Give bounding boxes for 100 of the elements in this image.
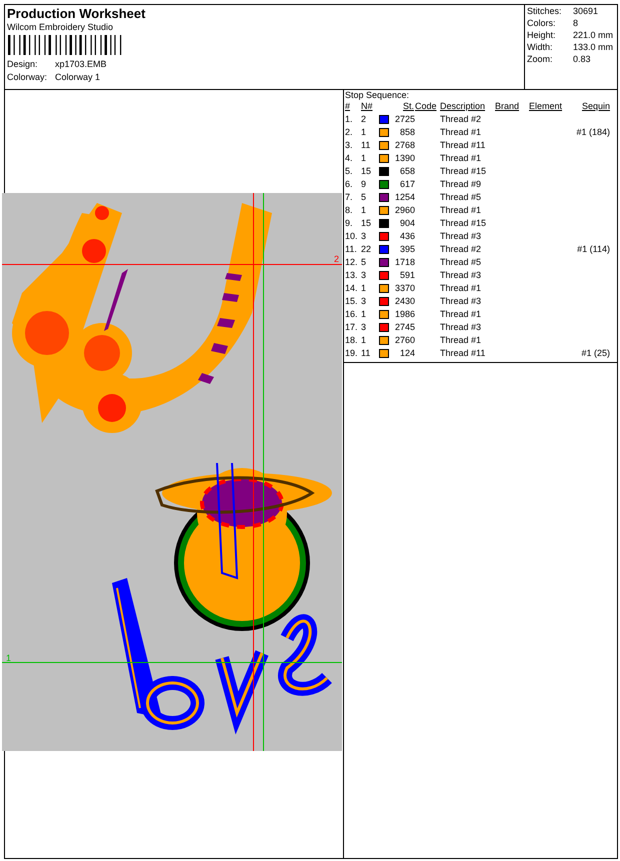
column-header: Element	[529, 101, 564, 112]
table-cell-text: 2745	[394, 322, 415, 333]
table-cell-text: 22	[361, 244, 372, 255]
table-cell-text: 19.	[345, 348, 359, 359]
table-cell-text: Thread #2	[440, 114, 482, 125]
table-cell-text: Thread #1	[440, 153, 482, 164]
table-cell-text: 13.	[345, 270, 359, 281]
table-cell: #1 (25)	[581, 348, 610, 358]
table-cell-text: 1	[361, 127, 368, 138]
table-cell-text: 1254	[394, 192, 415, 203]
table-cell-text: 15	[361, 166, 372, 177]
table-cell-text: Thread #1	[440, 335, 482, 346]
table-cell-text: Thread #11	[440, 348, 486, 359]
stat-value: 8	[573, 17, 578, 29]
table-cell-text: 12.	[345, 257, 359, 268]
table-cell-text: 17.	[345, 322, 359, 333]
table-cell-text: 7.	[345, 192, 354, 203]
column-header: St.	[402, 101, 415, 112]
table-cell-text: 11	[361, 348, 372, 359]
table-cell-text: Thread #11	[440, 140, 486, 151]
column-header: Description	[440, 101, 486, 112]
table-cell-text: Thread #3	[440, 322, 482, 333]
column-header: Brand	[495, 101, 520, 112]
stat-label: Width:	[527, 41, 554, 53]
table-cell-text: 2768	[394, 140, 415, 151]
table-cell-text: Thread #5	[440, 192, 482, 203]
table-cell-text: 10.	[345, 231, 359, 242]
table-cell-text: Thread #9	[440, 179, 482, 190]
column-header: Code	[415, 101, 438, 112]
table-cell-text: Thread #3	[440, 270, 482, 281]
stat-value: 0.83	[573, 53, 591, 65]
table-cell-text: 15	[361, 218, 372, 229]
table-cell-text: 2430	[394, 296, 415, 307]
stat-value: 221.0 mm	[573, 29, 614, 41]
table-cell-text: 436	[398, 231, 415, 242]
table-cell-text: 3	[361, 270, 368, 281]
table-cell-text: Thread #3	[440, 231, 482, 242]
stat-label: Colors:	[527, 17, 557, 29]
table-cell-text: 16.	[345, 309, 359, 320]
table-cell-text: 617	[398, 179, 415, 190]
table-cell-text: 124	[398, 348, 415, 359]
table-cell-text: 14.	[345, 283, 359, 294]
table-cell-text: 1	[361, 335, 368, 346]
table-cell-text: 904	[398, 218, 415, 229]
table-cell-text: 2960	[394, 205, 415, 216]
table-cell-text: 11	[361, 140, 372, 151]
table-cell-text: 395	[398, 244, 415, 255]
field-label: Colorway:	[7, 71, 48, 83]
software-name: Wilcom Embroidery Studio	[7, 22, 114, 33]
table-cell-text: Thread #1	[440, 205, 482, 216]
table-cell-text: 591	[398, 270, 415, 281]
table-cell-text: 3	[361, 231, 368, 242]
stat-label: Height:	[527, 29, 557, 41]
table-cell-text: Thread #1	[440, 127, 482, 138]
guide-label: 2	[334, 255, 339, 264]
table-cell-text: 11.	[345, 244, 358, 255]
table-cell-text: Thread #3	[440, 296, 482, 307]
field-value: xp1703.EMB	[55, 58, 107, 70]
column-header: Sequin	[580, 101, 610, 112]
table-cell-text: 5.	[345, 166, 354, 177]
table-cell-text: 5	[361, 257, 368, 268]
guide-label: 1	[6, 654, 12, 663]
table-cell-text: 15.	[345, 296, 359, 307]
table-cell-text: 9	[361, 179, 368, 190]
worksheet-title: Production Worksheet	[7, 6, 146, 21]
column-header: N#	[361, 101, 374, 112]
stat-value: 133.0 mm	[573, 41, 614, 53]
table-cell-text: Thread #15	[440, 166, 488, 177]
table-cell-text: 858	[398, 127, 415, 138]
table-cell-text: 2	[361, 114, 368, 125]
stat-label: Zoom:	[527, 53, 554, 65]
table-cell-text: 1390	[394, 153, 415, 164]
table-cell-text: 1.	[345, 114, 354, 125]
table-cell-text: 3.	[345, 140, 354, 151]
table-cell-text: 2.	[345, 127, 354, 138]
table-cell-text: 18.	[345, 335, 359, 346]
table-cell-text: 1718	[394, 257, 415, 268]
stat-label: Stitches:	[527, 5, 563, 17]
table-cell-text: 1986	[394, 309, 415, 320]
table-cell-text: 3	[361, 296, 368, 307]
table-cell-text: Thread #5	[440, 257, 482, 268]
table-cell-text: 9.	[345, 218, 354, 229]
table-cell-text: 2725	[394, 114, 415, 125]
table-cell-text: 1	[361, 153, 368, 164]
table-cell-text: Thread #1	[440, 283, 482, 294]
table-cell-text: 1	[361, 283, 368, 294]
table-cell-text: 1	[361, 309, 368, 320]
section-title: Stop Sequence:	[344, 90, 410, 101]
column-header: #	[345, 101, 352, 112]
table-cell-text: 2760	[394, 335, 415, 346]
stat-value: 30691	[573, 5, 598, 17]
table-cell-text: 658	[398, 166, 415, 177]
table-cell-text: 6.	[345, 179, 354, 190]
table-cell-text: 3	[361, 322, 368, 333]
table-cell: #1 (184)	[576, 127, 610, 137]
table-cell-text: 1	[361, 205, 368, 216]
table-cell: #1 (114)	[577, 244, 610, 254]
table-cell-text: 3370	[394, 283, 415, 294]
field-value: Colorway 1	[55, 71, 100, 83]
table-cell-text: Thread #1	[440, 309, 482, 320]
